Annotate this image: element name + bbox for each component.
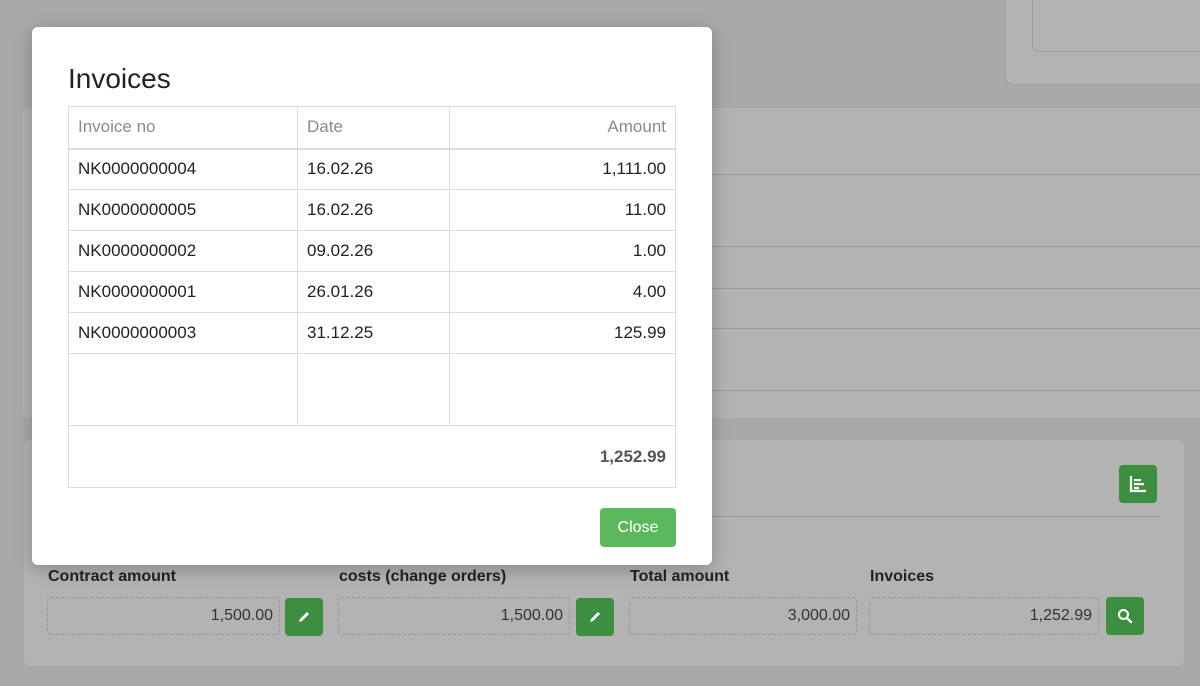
table-row[interactable]: NK0000000005 16.02.26 11.00 [68,189,676,231]
column-header-date[interactable]: Date [297,106,450,150]
column-header-amount[interactable]: Amount [449,106,676,150]
edit-costs-button[interactable] [576,598,614,636]
invoice-no-cell: NK0000000002 [68,230,298,272]
table-header-row: Invoice no Date Amount [68,106,676,150]
chart-button[interactable] [1119,465,1157,503]
total-amount-field: 3,000.00 [629,597,857,635]
empty-cell [297,353,450,426]
close-button[interactable]: Close [600,508,676,547]
table-row[interactable]: NK0000000004 16.02.26 1,111.00 [68,148,676,190]
contract-amount-label: Contract amount [48,568,176,585]
edit-contract-amount-button[interactable] [285,598,323,636]
invoices-label: Invoices [870,568,935,585]
invoice-no-cell: NK0000000005 [68,189,298,231]
column-header-invoice-no[interactable]: Invoice no [68,106,298,150]
panel-divider [712,328,1200,329]
date-cell: 16.02.26 [297,148,450,190]
costs-field[interactable]: 1,500.00 [338,597,570,635]
total-amount-label: Total amount [630,568,730,585]
amount-cell: 11.00 [449,189,676,231]
date-cell: 16.02.26 [297,189,450,231]
empty-cell [68,353,298,426]
top-card [1006,0,1200,84]
amount-cell: 125.99 [449,312,676,354]
amount-cell: 4.00 [449,271,676,313]
contract-amount-field[interactable]: 1,500.00 [47,597,280,635]
pencil-icon [590,612,600,622]
total-amount-cell: 1,252.99 [68,425,676,488]
view-invoices-button[interactable] [1106,597,1144,635]
invoices-table: Invoice no Date Amount NK0000000004 16.0… [68,106,676,488]
pencil-icon [299,612,309,622]
panel-divider [712,174,1200,175]
date-cell: 09.02.26 [297,230,450,272]
amount-cell: 1.00 [449,230,676,272]
table-row[interactable]: NK0000000002 09.02.26 1.00 [68,230,676,272]
invoice-no-cell: NK0000000003 [68,312,298,354]
empty-row [68,353,676,426]
panel-divider [712,390,1200,391]
empty-cell [449,353,676,426]
search-icon [1118,609,1133,624]
panel-divider [712,246,1200,247]
date-cell: 31.12.25 [297,312,450,354]
amounts-divider [688,516,1160,517]
invoices-modal: Invoices Invoice no Date Amount NK000000… [32,27,712,565]
total-row: 1,252.99 [68,425,676,488]
table-row[interactable]: NK0000000003 31.12.25 125.99 [68,312,676,354]
table-row[interactable]: NK0000000001 26.01.26 4.00 [68,271,676,313]
top-input-field[interactable] [1032,0,1200,52]
costs-label: costs (change orders) [339,568,507,585]
chart-icon [1129,476,1146,493]
amount-cell: 1,111.00 [449,148,676,190]
modal-title: Invoices [68,63,171,94]
invoice-no-cell: NK0000000004 [68,148,298,190]
panel-divider [712,288,1200,289]
invoices-field: 1,252.99 [869,597,1099,635]
date-cell: 26.01.26 [297,271,450,313]
invoice-no-cell: NK0000000001 [68,271,298,313]
